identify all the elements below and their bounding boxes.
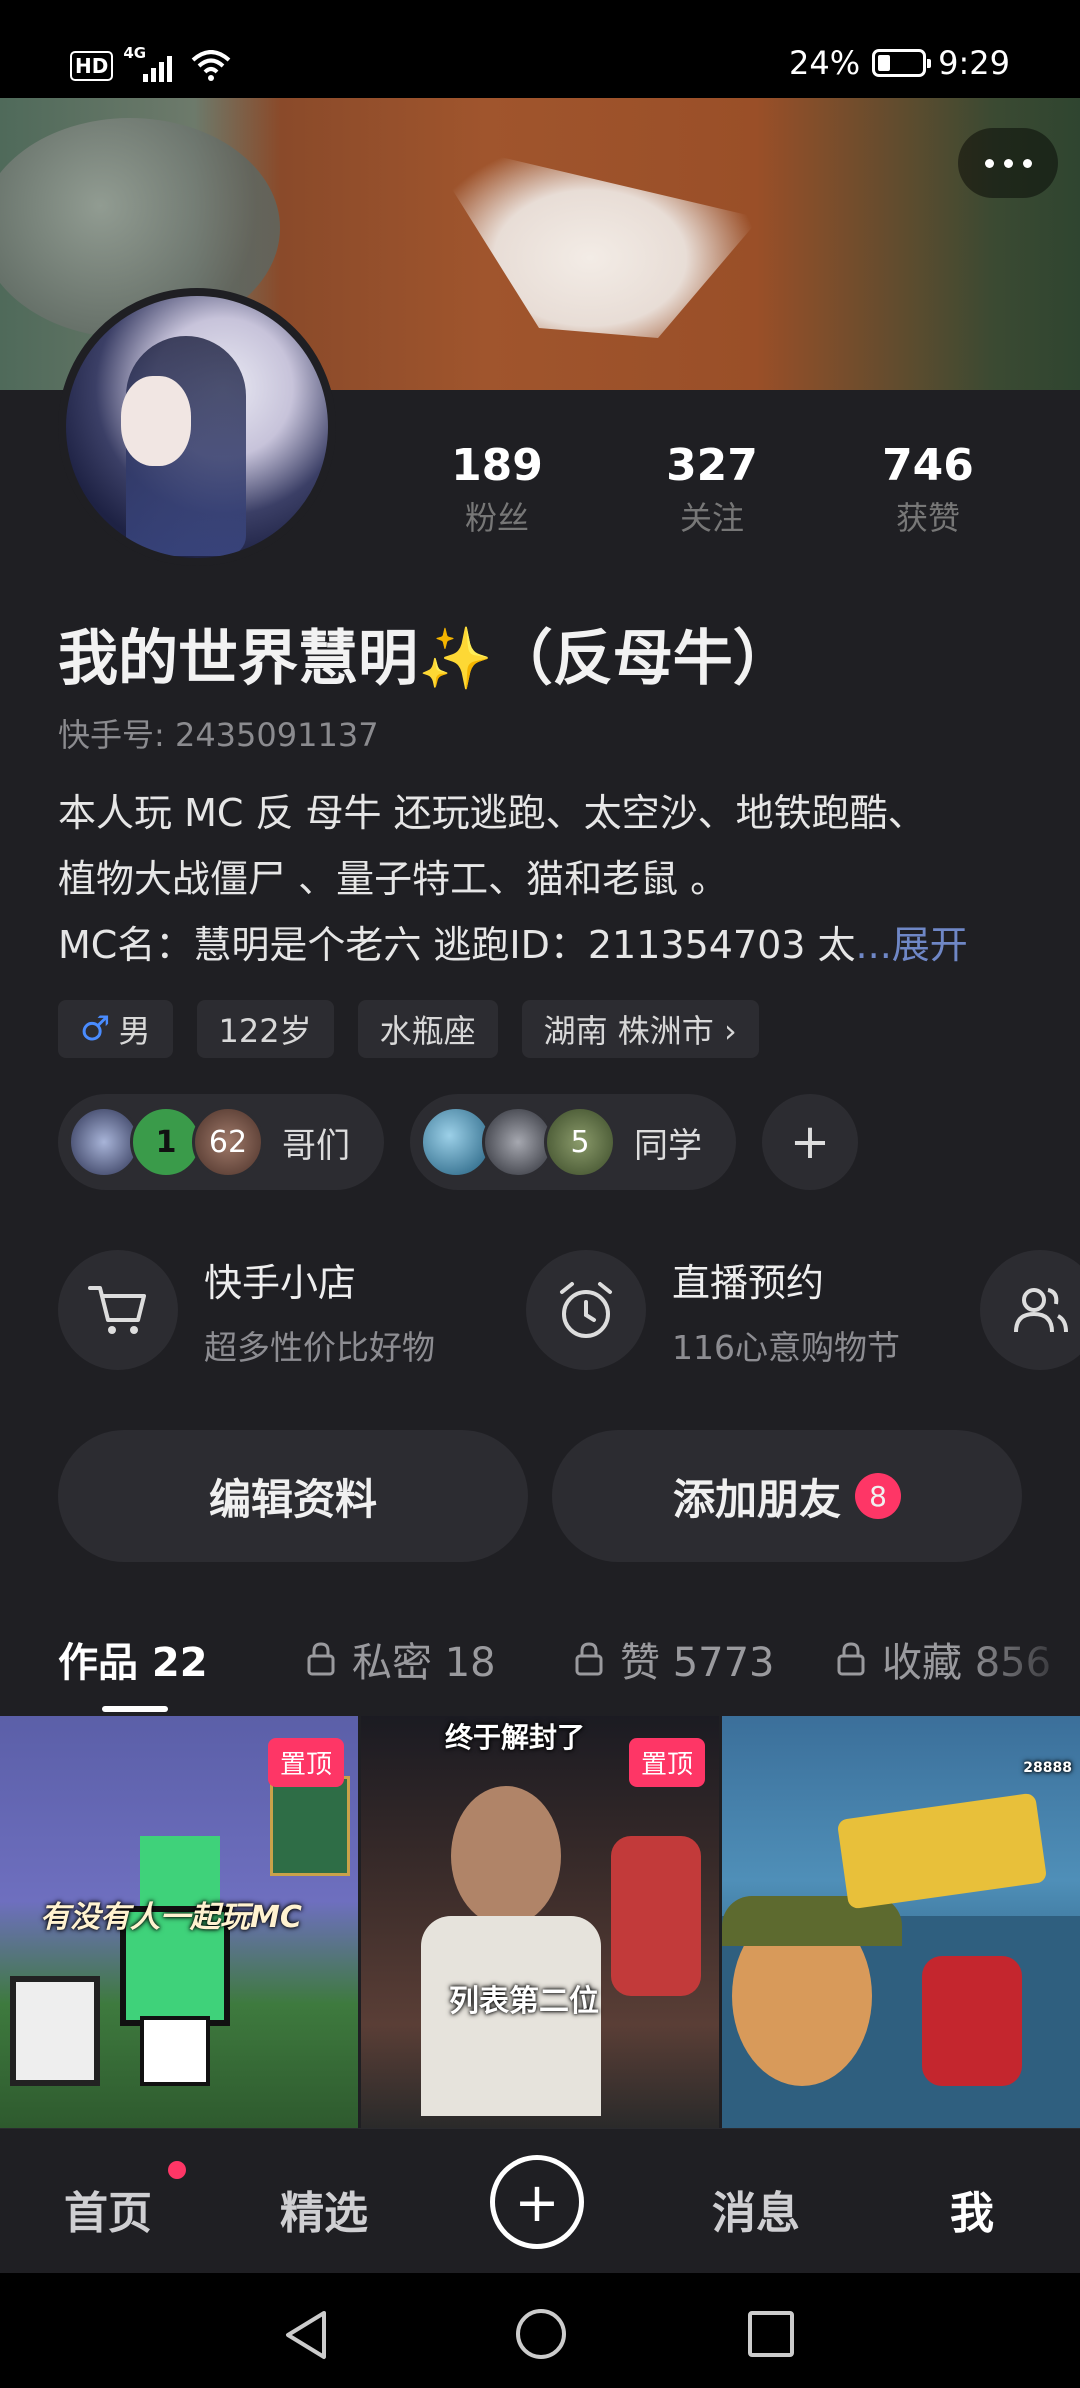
zodiac-tag: 水瓶座 xyxy=(357,1000,498,1058)
plus-icon: + xyxy=(514,2170,560,2234)
member-avatar: 5 xyxy=(544,1106,616,1178)
followers-count: 189 xyxy=(451,440,543,491)
kuaishou-id[interactable]: 快手号: 2435091137 xyxy=(58,710,379,756)
battery-percent: 24% xyxy=(789,44,861,82)
tab-likes[interactable]: 赞 5773 xyxy=(574,1630,775,1688)
following-stat[interactable]: 327 关注 xyxy=(622,440,802,539)
notification-badge: 8 xyxy=(855,1473,901,1519)
cart-icon xyxy=(58,1250,178,1370)
likes-label: 获赞 xyxy=(895,499,960,537)
tabs-fade xyxy=(960,1620,1080,1710)
video-overlay-text: 28888 xyxy=(1023,1760,1072,1776)
feature-title: 直播预约 xyxy=(672,1260,825,1305)
tab-private[interactable]: 私密 18 xyxy=(306,1630,496,1688)
bio-line: 植物大战僵尸 、量子特工、猫和老鼠 。 xyxy=(58,857,729,901)
feature-subtitle: 超多性价比好物 xyxy=(204,1327,435,1367)
male-icon: ♂ xyxy=(80,1009,111,1049)
bio-line: 本人玩 MC 反 母牛 还玩逃跑、太空沙、地铁跑酷、 xyxy=(58,791,926,835)
more-icon xyxy=(984,158,994,168)
group-buddies[interactable]: 1 62 哥们 xyxy=(58,1094,384,1190)
people-icon xyxy=(980,1250,1080,1370)
likes-count: 746 xyxy=(882,440,974,491)
feature-shop[interactable]: 快手小店 超多性价比好物 xyxy=(58,1250,435,1370)
lock-icon xyxy=(307,1642,335,1676)
create-button[interactable]: + xyxy=(490,2155,584,2249)
video-thumbnail[interactable]: 28888 xyxy=(722,1716,1080,2128)
member-avatar: 62 xyxy=(192,1106,264,1178)
nav-me[interactable]: 我 xyxy=(950,2177,994,2241)
likes-stat[interactable]: 746 获赞 xyxy=(838,440,1018,539)
alarm-clock-icon xyxy=(526,1250,646,1370)
group-label: 同学 xyxy=(634,1125,702,1166)
status-bar: HD 4G 24% 9:29 xyxy=(0,0,1080,98)
feature-live-reservation[interactable]: 直播预约 116心意购物节 xyxy=(526,1250,900,1370)
profile-bio[interactable]: 本人玩 MC 反 母牛 还玩逃跑、太空沙、地铁跑酷、 植物大战僵尸 、量子特工、… xyxy=(58,780,1048,978)
add-group-button[interactable]: + xyxy=(762,1094,858,1190)
video-caption-top: 终于解封了 xyxy=(445,1721,586,1754)
profile-tags: ♂ 男 122岁 水瓶座 湖南 株洲市 › xyxy=(58,1000,759,1058)
notification-dot xyxy=(168,2161,186,2179)
video-caption: 列表第二位 xyxy=(449,1984,599,2019)
feature-subtitle: 116心意购物节 xyxy=(672,1327,900,1367)
avatar[interactable] xyxy=(58,288,336,566)
home-icon[interactable] xyxy=(514,2307,568,2361)
bottom-navigation: 首页 精选 + 消息 我 xyxy=(0,2128,1080,2273)
profile-name: 我的世界慧明✨（反母牛） xyxy=(58,624,793,694)
video-thumbnail[interactable]: 置顶 有没有人一起玩MC xyxy=(0,1716,358,2128)
group-label: 哥们 xyxy=(282,1125,350,1166)
edit-profile-button[interactable]: 编辑资料 xyxy=(58,1430,528,1562)
nav-messages[interactable]: 消息 xyxy=(712,2177,800,2241)
add-friend-button[interactable]: 添加朋友 8 xyxy=(552,1430,1022,1562)
video-grid: 置顶 有没有人一起玩MC 终于解封了 置顶 列表第二位 28888 xyxy=(0,1716,1080,2128)
bio-line: MC名：慧明是个老六 逃跑ID：211354703 太 xyxy=(58,923,856,967)
clock: 9:29 xyxy=(938,44,1010,82)
more-options-button[interactable] xyxy=(958,128,1058,198)
group-classmates[interactable]: 5 同学 xyxy=(410,1094,736,1190)
following-label: 关注 xyxy=(679,499,744,537)
age-tag: 122岁 xyxy=(196,1000,334,1058)
location-tag[interactable]: 湖南 株洲市 › xyxy=(521,1000,759,1058)
nav-featured[interactable]: 精选 xyxy=(280,2177,368,2241)
content-tabs: 作品 22 私密 18 赞 5773 收藏 856 xyxy=(0,1620,1080,1710)
bio-expand-link[interactable]: ...展开 xyxy=(856,923,968,967)
gender-tag: ♂ 男 xyxy=(58,1000,173,1058)
back-icon[interactable] xyxy=(282,2309,332,2361)
pinned-badge: 置顶 xyxy=(267,1738,344,1787)
feature-title: 快手小店 xyxy=(204,1260,357,1305)
followers-stat[interactable]: 189 粉丝 xyxy=(407,440,587,539)
video-caption: 有没有人一起玩MC xyxy=(40,1900,302,1935)
following-count: 327 xyxy=(666,440,758,491)
hd-indicator: HD xyxy=(70,51,114,81)
pinned-badge: 置顶 xyxy=(628,1738,705,1787)
system-navigation-bar xyxy=(0,2273,1080,2388)
battery-icon xyxy=(872,49,932,77)
lock-icon xyxy=(575,1642,603,1676)
active-tab-indicator xyxy=(102,1706,168,1712)
friend-groups: 1 62 哥们 5 同学 + xyxy=(58,1094,858,1190)
recents-icon[interactable] xyxy=(746,2309,796,2359)
cellular-signal-icon: 4G xyxy=(123,44,181,84)
tab-works[interactable]: 作品 22 xyxy=(58,1630,208,1688)
nav-home[interactable]: 首页 xyxy=(64,2177,152,2241)
video-thumbnail[interactable]: 终于解封了 置顶 列表第二位 xyxy=(361,1716,719,2128)
followers-label: 粉丝 xyxy=(464,499,529,537)
wifi-icon xyxy=(192,50,231,81)
lock-icon xyxy=(837,1642,865,1676)
feature-friends[interactable] xyxy=(980,1250,1080,1370)
